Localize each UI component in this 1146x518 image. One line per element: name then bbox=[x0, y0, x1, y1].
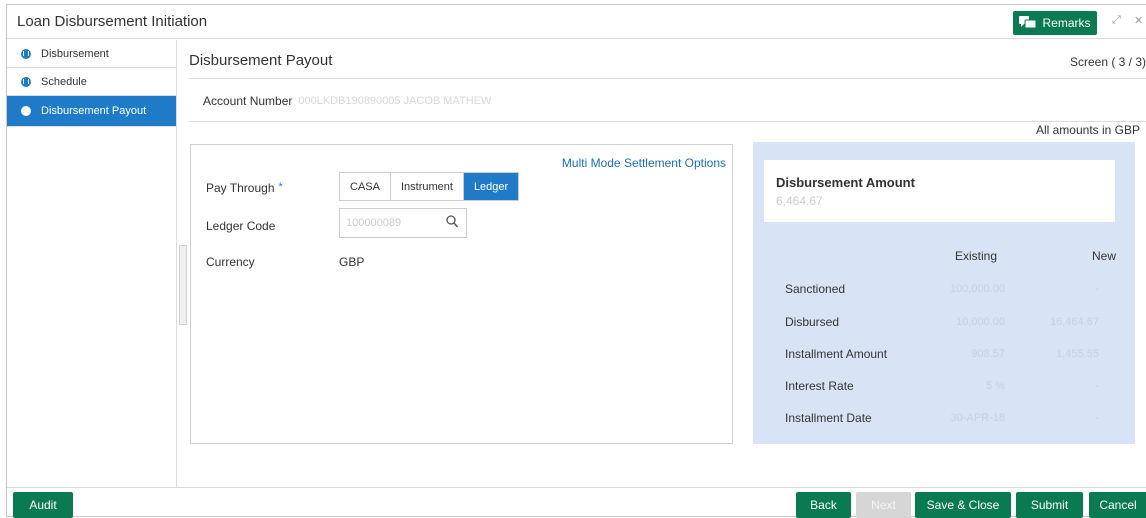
screen-indicator: Screen ( 3 / 3) bbox=[1069, 55, 1146, 69]
footer-bar: Audit Back Next Save & Close Submit Canc… bbox=[7, 487, 1146, 518]
disbursement-amount-value: 6,464.67 bbox=[776, 194, 823, 208]
disbursement-summary-panel: Disbursement Amount 6,464.67 Existing Ne… bbox=[753, 142, 1135, 444]
maximize-icon[interactable]: ⤢ bbox=[1112, 14, 1121, 27]
main-content: Disbursement Payout Screen ( 3 / 3) Acco… bbox=[177, 40, 1146, 487]
back-button[interactable]: Back bbox=[796, 492, 851, 518]
divider bbox=[189, 78, 1146, 79]
submit-button[interactable]: Submit bbox=[1016, 492, 1083, 518]
audit-button[interactable]: Audit bbox=[13, 492, 73, 518]
sanctioned-existing: 100,000.00 bbox=[949, 283, 1005, 295]
search-icon[interactable] bbox=[446, 215, 458, 229]
sanctioned-new: - bbox=[1095, 283, 1099, 295]
disbursed-new: 16,464.67 bbox=[1050, 316, 1099, 328]
pay-option-casa[interactable]: CASA bbox=[340, 173, 391, 200]
row-label-installment-date: Installment Date bbox=[785, 411, 872, 425]
remarks-button[interactable]: Remarks bbox=[1013, 11, 1097, 35]
pay-through-label: Pay Through * bbox=[206, 181, 283, 195]
disbursed-existing: 10,000.00 bbox=[956, 316, 1005, 328]
loan-disbursement-window: Loan Disbursement Initiation Remarks ⤢ ✕… bbox=[6, 4, 1146, 518]
ledger-code-input[interactable] bbox=[346, 217, 436, 229]
currency-label: Currency bbox=[206, 255, 255, 269]
row-label-disbursed: Disbursed bbox=[785, 315, 840, 329]
close-icon[interactable]: ✕ bbox=[1134, 14, 1143, 27]
step-done-icon bbox=[21, 76, 31, 87]
cancel-button[interactable]: Cancel bbox=[1089, 492, 1146, 518]
sidebar-item-label: Schedule bbox=[41, 75, 87, 88]
installment-amount-existing: 908.57 bbox=[971, 348, 1005, 360]
sidebar-item-disbursement-payout[interactable]: Disbursement Payout bbox=[7, 96, 176, 127]
installment-date-new: - bbox=[1095, 412, 1099, 424]
required-marker: * bbox=[278, 181, 283, 193]
step-sidebar: Disbursement Schedule Disbursement Payou… bbox=[7, 40, 177, 487]
remarks-icon bbox=[1019, 16, 1037, 29]
disbursement-amount-title: Disbursement Amount bbox=[776, 175, 915, 190]
pay-through-selector: CASA Instrument Ledger bbox=[339, 172, 520, 201]
installment-date-existing: 30-APR-18 bbox=[950, 412, 1005, 424]
sidebar-item-label: Disbursement Payout bbox=[41, 105, 147, 117]
next-button[interactable]: Next bbox=[856, 492, 911, 518]
step-done-icon bbox=[21, 48, 31, 59]
row-label-installment-amount: Installment Amount bbox=[785, 347, 888, 361]
title-bar: Loan Disbursement Initiation Remarks ⤢ ✕ bbox=[7, 5, 1146, 39]
multi-mode-settlement-link[interactable]: Multi Mode Settlement Options bbox=[562, 156, 726, 170]
save-close-button[interactable]: Save & Close bbox=[915, 492, 1011, 518]
currency-value: GBP bbox=[339, 255, 365, 269]
installment-amount-new: 1,455.55 bbox=[1056, 348, 1099, 360]
payout-form-panel: Multi Mode Settlement Options Pay Throug… bbox=[190, 144, 733, 444]
sidebar-item-label: Disbursement bbox=[41, 47, 109, 60]
sidebar-item-schedule[interactable]: Schedule bbox=[7, 68, 176, 96]
pay-option-ledger[interactable]: Ledger bbox=[463, 173, 519, 200]
account-number-value: 000LKDB190890005 JACOB MATHEW bbox=[298, 94, 492, 107]
window-title: Loan Disbursement Initiation bbox=[17, 13, 208, 30]
ledger-code-label: Ledger Code bbox=[206, 219, 276, 233]
account-number-label: Account Number bbox=[203, 93, 293, 108]
column-header-existing: Existing bbox=[955, 249, 998, 263]
row-label-interest-rate: Interest Rate bbox=[785, 379, 854, 393]
disbursement-amount-card: Disbursement Amount 6,464.67 bbox=[764, 160, 1115, 222]
step-active-icon bbox=[21, 106, 31, 116]
interest-rate-new: - bbox=[1095, 380, 1099, 392]
column-header-new: New bbox=[1092, 249, 1117, 263]
currency-note: All amounts in GBP bbox=[1035, 123, 1140, 137]
pay-option-instrument[interactable]: Instrument bbox=[391, 173, 464, 200]
remarks-label: Remarks bbox=[1042, 16, 1091, 30]
account-row: Account Number 000LKDB190890005 JACOB MA… bbox=[189, 80, 1146, 122]
pay-through-label-text: Pay Through bbox=[206, 181, 275, 195]
interest-rate-existing: 5 % bbox=[986, 380, 1005, 392]
page-title: Disbursement Payout bbox=[189, 52, 333, 69]
ledger-code-field bbox=[339, 208, 467, 238]
sidebar-item-disbursement[interactable]: Disbursement bbox=[7, 40, 176, 68]
row-label-sanctioned: Sanctioned bbox=[785, 282, 846, 296]
